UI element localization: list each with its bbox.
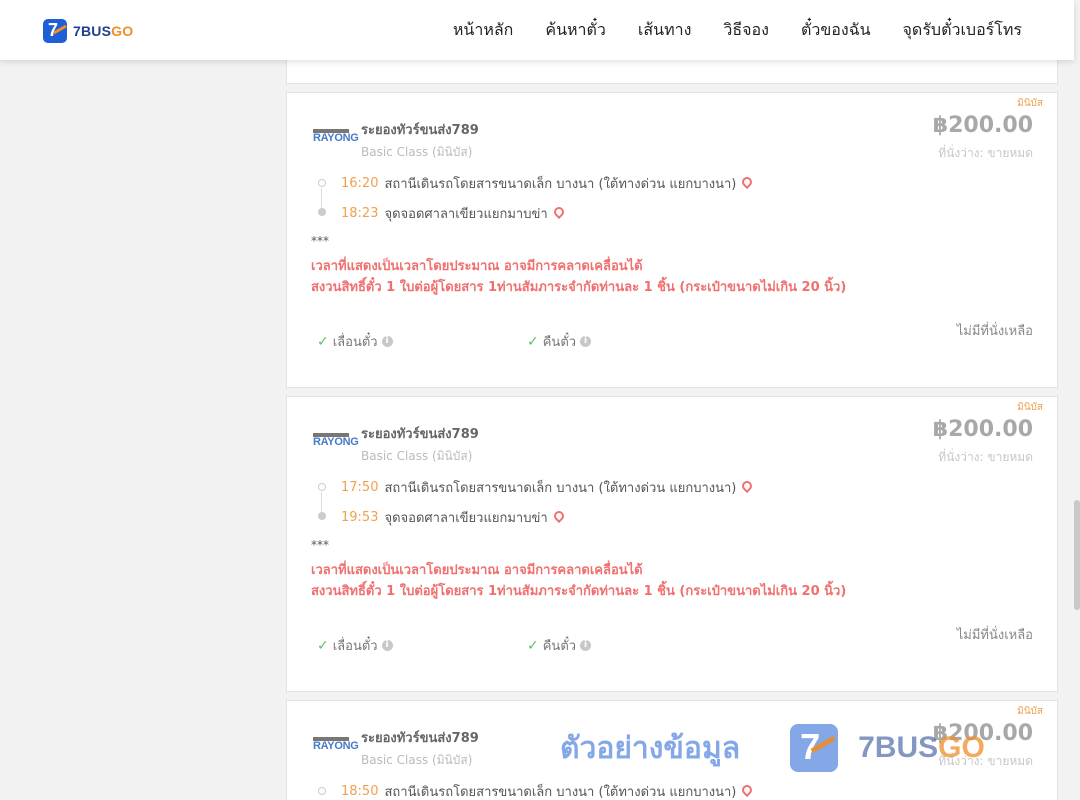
depart-time: 17:50	[341, 480, 379, 495]
map-pin-icon[interactable]	[742, 177, 752, 191]
notice-baggage: สงวนสิทธิ์ตั๋ว 1 ใบต่อผู้โดยสาร 1ท่านสัม…	[311, 584, 847, 599]
depart-time: 16:20	[341, 176, 379, 191]
trip-price: ฿200.00	[932, 417, 1033, 442]
bus-class: Basic Class (มินิบัส)	[361, 449, 473, 463]
depart-place: สถานีเดินรถโดยสารขนาดเล็ก บางนา (ใต้ทางด…	[384, 481, 737, 496]
arrive-time: 19:53	[341, 510, 379, 525]
arrive-place: จุดจอดศาลาเขียวแยกมาบข่า	[384, 511, 548, 526]
nav-my-tickets[interactable]: ตั๋วของฉัน	[801, 18, 871, 43]
scrollbar-thumb[interactable]	[1074, 500, 1080, 610]
operator-name: ระยองทัวร์ขนส่ง789	[361, 427, 479, 442]
depart-place: สถานีเดินรถโดยสารขนาดเล็ก บางนา (ใต้ทางด…	[384, 785, 737, 800]
map-pin-icon[interactable]	[554, 511, 564, 525]
feature-refund: ✓ คืนตั๋ว i	[527, 635, 592, 656]
feature-refund: ✓ คืนตั๋ว i	[527, 331, 592, 352]
map-pin-icon[interactable]	[742, 785, 752, 799]
bus-class: Basic Class (มินิบัส)	[361, 145, 473, 159]
operator-name: ระยองทัวร์ขนส่ง789	[361, 123, 479, 138]
arrive-dot-icon	[318, 512, 326, 520]
trip-card[interactable]: มินิบัส RAYONG ระยองทัวร์ขนส่ง789 Basic …	[286, 92, 1058, 388]
map-pin-icon[interactable]	[554, 207, 564, 221]
operator-info: RAYONG ระยองทัวร์ขนส่ง789 Basic Class (ม…	[311, 727, 479, 770]
depart-dot-icon	[318, 483, 326, 491]
route-line	[321, 492, 322, 514]
check-icon: ✓	[527, 333, 539, 350]
page-scrollbar[interactable]	[1074, 0, 1080, 800]
nav-pickup-points[interactable]: จุดรับตั๋วเบอร์โทร	[903, 18, 1022, 43]
info-icon[interactable]: i	[381, 336, 393, 347]
main-nav: หน้าหลัก ค้นหาตั๋ว เส้นทาง วิธีจอง ตั๋วข…	[453, 18, 1022, 43]
bus-type-badge: มินิบัส	[1017, 402, 1043, 413]
operator-logo: RAYONG	[311, 433, 359, 455]
trip-price: ฿200.00	[932, 721, 1033, 746]
depart-stop: 18:50 สถานีเดินรถโดยสารขนาดเล็ก บางนา (ใ…	[341, 781, 752, 800]
site-header: 7 7BUSGO หน้าหลัก ค้นหาตั๋ว เส้นทาง วิธี…	[0, 0, 1074, 60]
nav-home[interactable]: หน้าหลัก	[453, 18, 514, 43]
depart-stop: 17:50 สถานีเดินรถโดยสารขนาดเล็ก บางนา (ใ…	[341, 477, 752, 498]
operator-info: RAYONG ระยองทัวร์ขนส่ง789 Basic Class (ม…	[311, 119, 479, 162]
depart-place: สถานีเดินรถโดยสารขนาดเล็ก บางนา (ใต้ทางด…	[384, 177, 737, 192]
logo-mark-icon: 7	[43, 19, 67, 43]
nav-how-to-book[interactable]: วิธีจอง	[723, 18, 769, 43]
check-icon: ✓	[317, 333, 329, 350]
notice-stars: ***	[311, 538, 329, 552]
operator-logo: RAYONG	[311, 737, 359, 759]
check-icon: ✓	[317, 637, 329, 654]
arrive-stop: 19:53 จุดจอดศาลาเขียวแยกมาบข่า	[341, 507, 564, 528]
logo-text: 7BUSGO	[73, 23, 134, 39]
depart-time: 18:50	[341, 784, 379, 799]
feature-reschedule: ✓ เลื่อนตั๋ว i	[317, 635, 393, 656]
arrive-place: จุดจอดศาลาเขียวแยกมาบข่า	[384, 207, 548, 222]
trip-price: ฿200.00	[932, 113, 1033, 138]
nav-routes[interactable]: เส้นทาง	[638, 18, 692, 43]
seats-available: ที่นั่งว่าง: ขายหมด	[938, 146, 1033, 160]
arrive-time: 18:23	[341, 206, 379, 221]
operator-logo: RAYONG	[311, 129, 359, 151]
trip-card[interactable]: มินิบัส RAYONG ระยองทัวร์ขนส่ง789 Basic …	[286, 700, 1058, 800]
bus-class: Basic Class (มินิบัส)	[361, 753, 473, 767]
depart-stop: 16:20 สถานีเดินรถโดยสารขนาดเล็ก บางนา (ใ…	[341, 173, 752, 194]
bus-type-badge: มินิบัส	[1017, 98, 1043, 109]
nav-search-ticket[interactable]: ค้นหาตั๋ว	[545, 18, 606, 43]
info-icon[interactable]: i	[580, 336, 592, 347]
feature-reschedule: ✓ เลื่อนตั๋ว i	[317, 331, 393, 352]
trip-card[interactable]: มินิบัส RAYONG ระยองทัวร์ขนส่ง789 Basic …	[286, 396, 1058, 692]
notice-time: เวลาที่แสดงเป็นเวลาโดยประมาณ อาจมีการคลา…	[311, 563, 643, 578]
operator-name: ระยองทัวร์ขนส่ง789	[361, 731, 479, 746]
info-icon[interactable]: i	[381, 640, 393, 651]
depart-dot-icon	[318, 787, 326, 795]
bus-type-badge: มินิบัส	[1017, 706, 1043, 717]
seats-available: ที่นั่งว่าง: ขายหมด	[938, 754, 1033, 768]
info-icon[interactable]: i	[580, 640, 592, 651]
site-logo[interactable]: 7 7BUSGO	[43, 19, 133, 43]
map-pin-icon[interactable]	[742, 481, 752, 495]
notice-time: เวลาที่แสดงเป็นเวลาโดยประมาณ อาจมีการคลา…	[311, 259, 643, 274]
route-line	[321, 188, 322, 210]
arrive-dot-icon	[318, 208, 326, 216]
notice-baggage: สงวนสิทธิ์ตั๋ว 1 ใบต่อผู้โดยสาร 1ท่านสัม…	[311, 280, 847, 295]
notice-stars: ***	[311, 234, 329, 248]
seats-available: ที่นั่งว่าง: ขายหมด	[938, 450, 1033, 464]
sold-out-status: ไม่มีที่นั่งเหลือ	[956, 324, 1033, 339]
check-icon: ✓	[527, 637, 539, 654]
arrive-stop: 18:23 จุดจอดศาลาเขียวแยกมาบข่า	[341, 203, 564, 224]
sold-out-status: ไม่มีที่นั่งเหลือ	[956, 628, 1033, 643]
depart-dot-icon	[318, 179, 326, 187]
operator-info: RAYONG ระยองทัวร์ขนส่ง789 Basic Class (ม…	[311, 423, 479, 466]
